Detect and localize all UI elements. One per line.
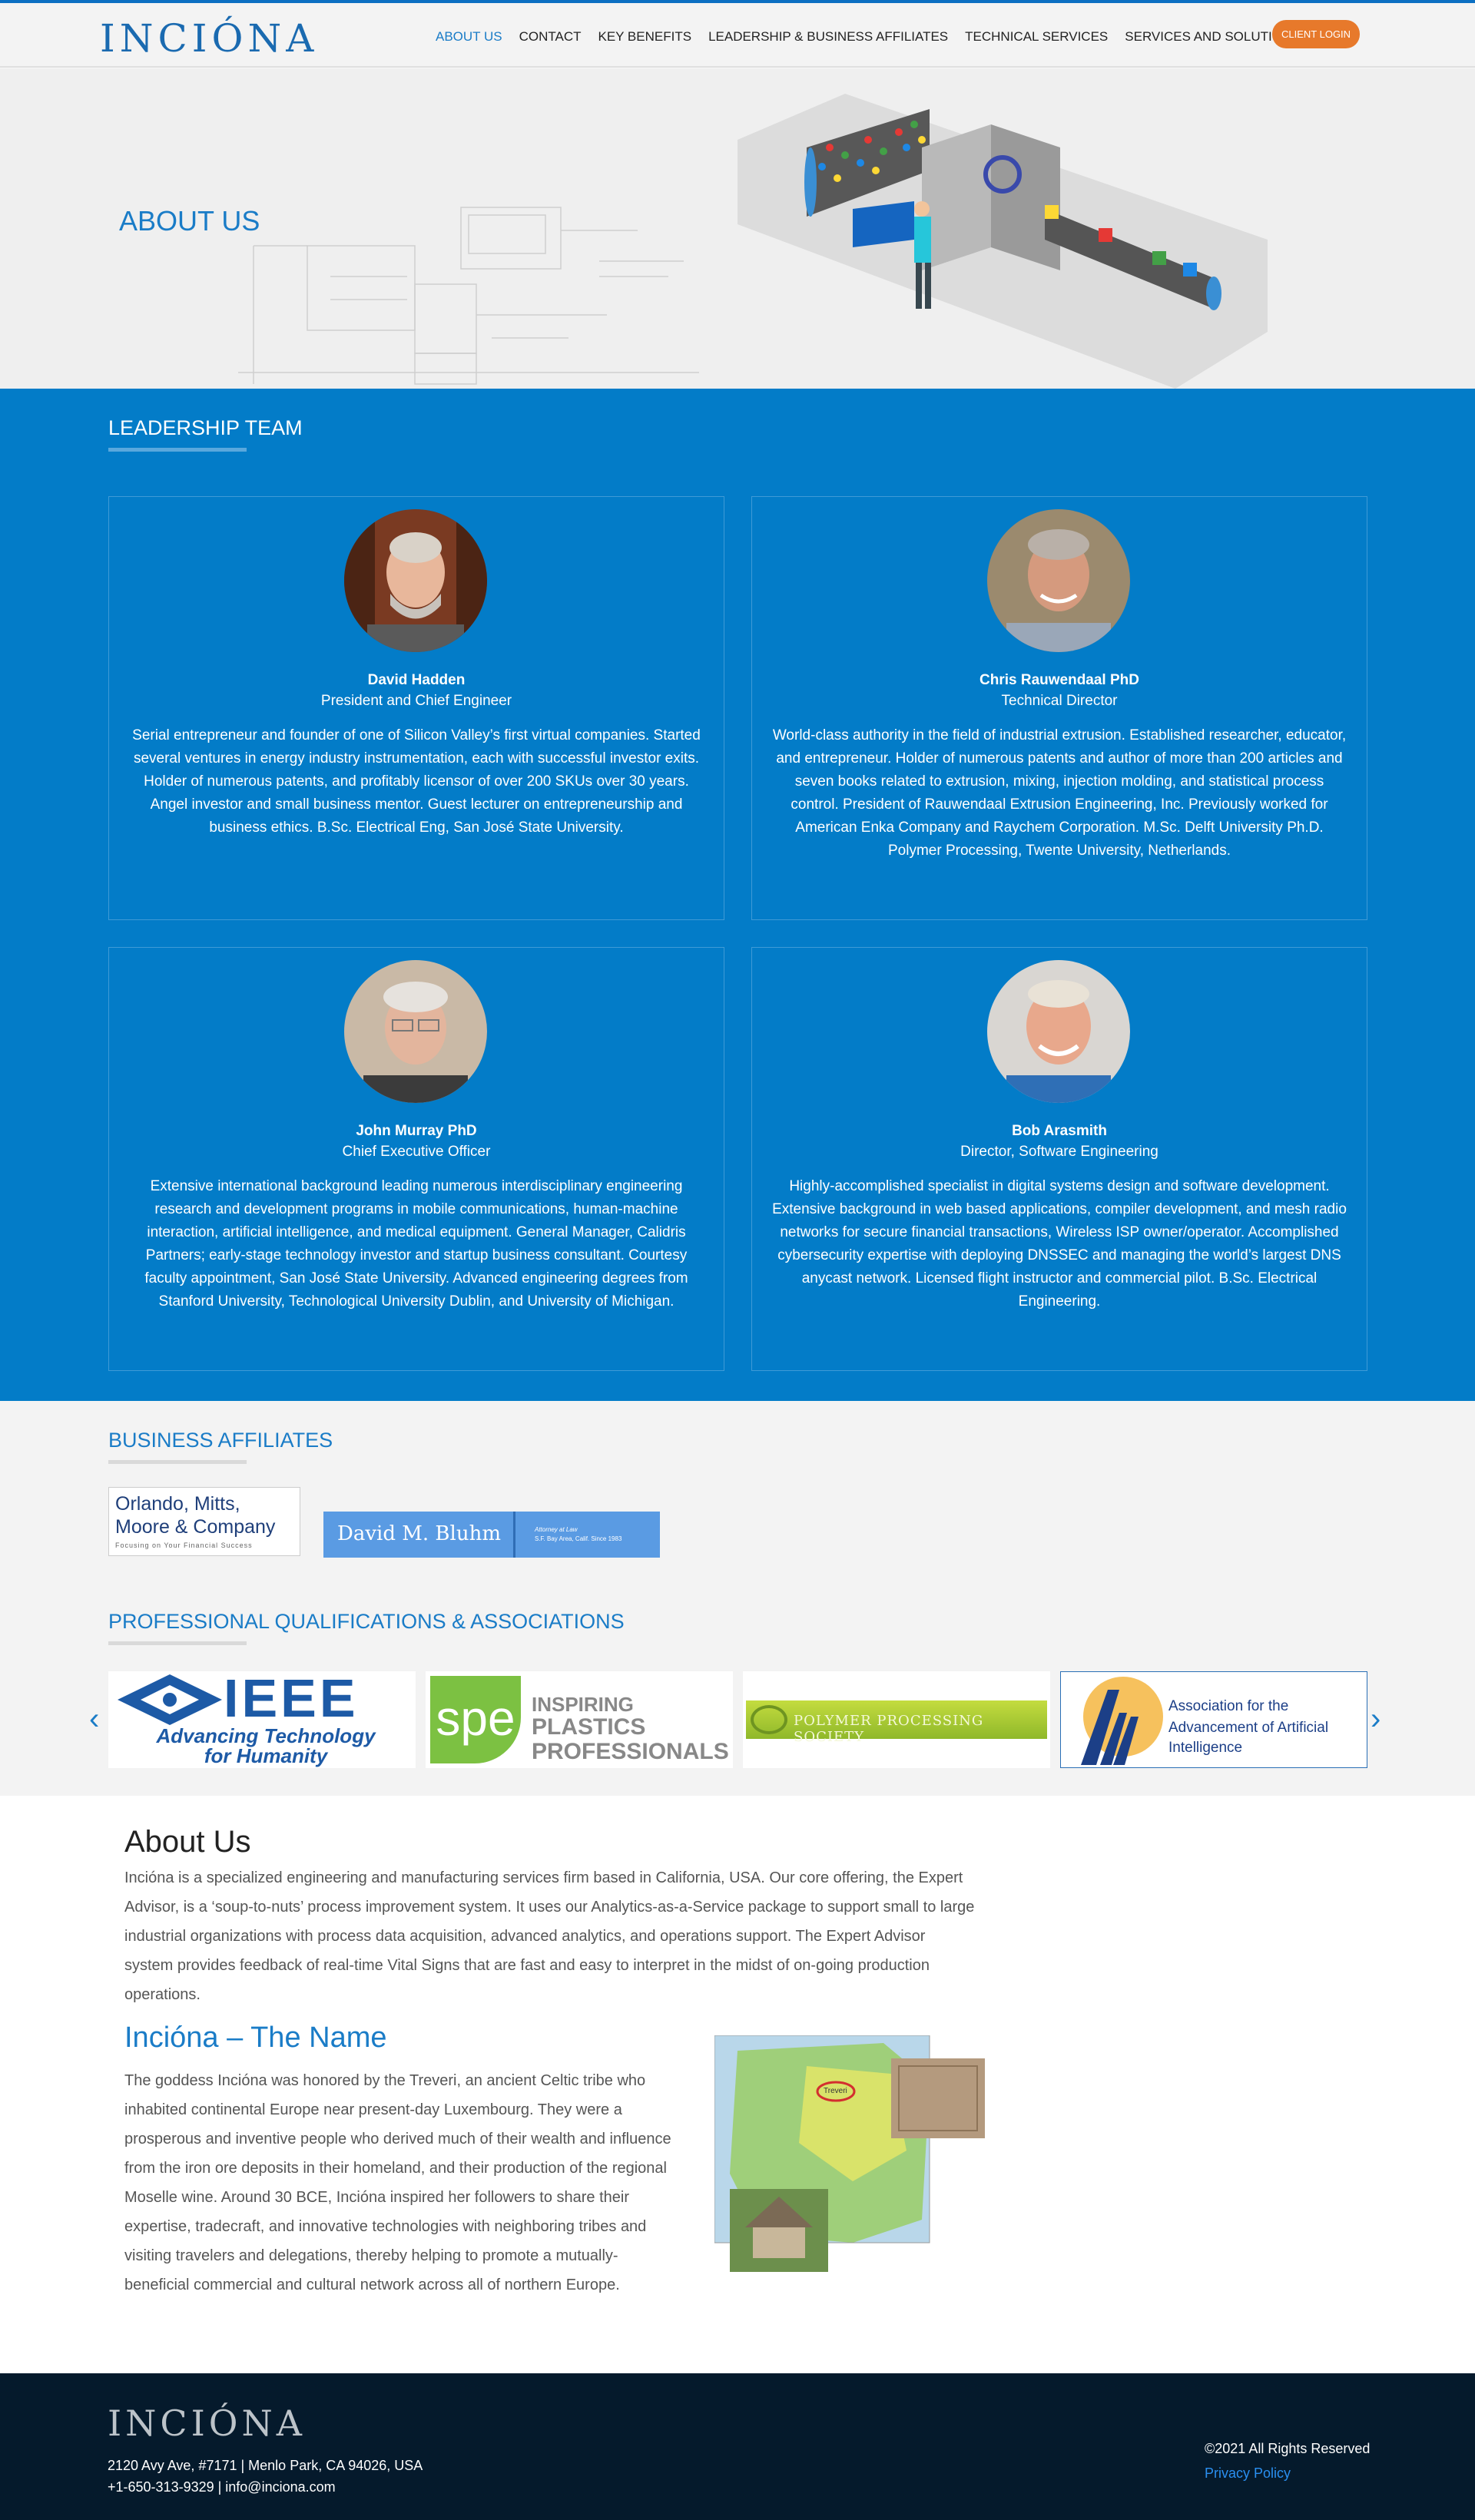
spe-logo[interactable]: spe INSPIRING PLASTICS PROFESSIONALS	[426, 1671, 733, 1768]
pps-logo-text: POLYMER PROCESSING SOCIETY	[794, 1713, 984, 1745]
bluhm-logo-line2: S.F. Bay Area, Calif. Since 1983	[535, 1535, 622, 1542]
spe-logo-line2: PLASTICS	[532, 1714, 646, 1740]
pps-logo[interactable]: POLYMER PROCESSING SOCIETY	[743, 1671, 1050, 1768]
ieee-logo[interactable]: IEEE Advancing Technology for Humanity	[108, 1671, 416, 1768]
site-logo[interactable]: INCIÓNA	[100, 17, 318, 60]
leadership-section: LEADERSHIP TEAM David Hadden President a…	[0, 389, 1475, 1401]
about-heading: About Us	[124, 1825, 251, 1859]
person-name: John Murray PhD	[356, 1123, 477, 1139]
ieee-logo-tag2: for Humanity	[204, 1744, 328, 1767]
nav-technical-services[interactable]: Technical Services	[956, 23, 1116, 51]
person-title: President and Chief Engineer	[320, 693, 512, 709]
person-bio: Extensive international background leadi…	[144, 1178, 688, 1310]
spe-logo-line1: INSPIRING	[532, 1693, 634, 1716]
person-name: David Hadden	[367, 672, 466, 688]
person-card: David Hadden President and Chief Enginee…	[108, 496, 724, 920]
person-bio: World-class authority in the field of in…	[772, 727, 1347, 859]
bluhm-logo[interactable]: David M. Bluhm Attorney at Law S.F. Bay …	[323, 1512, 660, 1558]
bluhm-logo-line1: Attorney at Law	[535, 1526, 578, 1533]
omm-logo-tagline: Focusing on Your Financial Success	[115, 1541, 253, 1549]
aaai-logo[interactable]: Association for the Advancement of Artif…	[1060, 1671, 1367, 1768]
person-name: Bob Arasmith	[1012, 1123, 1107, 1139]
nav-key-benefits[interactable]: Key Benefits	[590, 23, 701, 51]
person-photo	[987, 960, 1130, 1103]
pps-logo-mark-icon	[751, 1705, 787, 1734]
bluhm-logo-name: David M. Bluhm	[337, 1522, 501, 1545]
client-login-button[interactable]: CLIENT LOGIN	[1272, 20, 1361, 48]
aaai-logo-line1: Association for the	[1168, 1698, 1289, 1714]
page-title: ABOUT US	[119, 205, 260, 237]
footer-logo[interactable]: INCIÓNA	[108, 2402, 306, 2444]
person-photo	[987, 509, 1130, 652]
carousel-next-arrow-icon[interactable]: ›	[1371, 1704, 1381, 1734]
map-treveri-label: Treveri	[824, 2087, 847, 2095]
omm-logo-line2: Moore & Company	[115, 1516, 276, 1538]
omm-logo-line1: Orlando, Mitts,	[115, 1493, 240, 1515]
nav-contact[interactable]: Contact	[511, 23, 590, 51]
omm-logo[interactable]: Orlando, Mitts, Moore & Company Focusing…	[108, 1487, 300, 1556]
person-name: Chris Rauwendaal PhD	[979, 672, 1139, 688]
leadership-title: LEADERSHIP TEAM	[108, 416, 303, 439]
treveri-map-collage: Treveri	[714, 2035, 985, 2350]
nav-about-us[interactable]: About Us	[427, 23, 511, 51]
about-section: About Us Incióna is a specialized engine…	[0, 1796, 1475, 2373]
privacy-policy-link[interactable]: Privacy Policy	[1205, 2465, 1291, 2482]
europe-map-image	[714, 2035, 985, 2272]
site-footer: INCIÓNA 2120 Avy Ave, #7171 | Menlo Park…	[0, 2373, 1475, 2520]
qualifications-title-underline	[108, 1641, 247, 1645]
person-bio: Highly-accomplished specialist in digita…	[772, 1178, 1347, 1310]
person-title: Chief Executive Officer	[342, 1144, 491, 1160]
person-photo	[344, 960, 487, 1103]
site-header: INCIÓNA About Us Contact Key Benefits Le…	[0, 3, 1475, 68]
name-body: The goddess Incióna was honored by the T…	[124, 2072, 671, 2293]
ieee-logo-tag1: Advancing Technology	[156, 1724, 376, 1747]
ieee-logo-word: IEEE	[224, 1671, 359, 1728]
qualifications-title: PROFESSIONAL QUALIFICATIONS & ASSOCIATIO…	[108, 1610, 625, 1633]
footer-copyright: ©2021 All Rights Reserved	[1205, 2441, 1371, 2456]
affiliates-section: BUSINESS AFFILIATES Orlando, Mitts, Moor…	[0, 1401, 1475, 1796]
affiliates-title: BUSINESS AFFILIATES	[108, 1429, 333, 1452]
person-card: Chris Rauwendaal PhD Technical Director …	[751, 496, 1367, 920]
footer-address: 2120 Avy Ave, #7171 | Menlo Park, CA 940…	[108, 2458, 423, 2473]
spe-logo-line3: PROFESSIONALS	[532, 1739, 729, 1764]
nav-leadership[interactable]: Leadership & Business Affiliates	[700, 23, 956, 51]
bluhm-logo-divider	[513, 1512, 515, 1558]
ieee-diamond-icon	[118, 1674, 222, 1725]
person-photo	[344, 509, 487, 652]
about-body: Incióna is a specialized engineering and…	[124, 1869, 975, 2003]
person-title: Director, Software Engineering	[960, 1144, 1158, 1160]
main-nav: About Us Contact Key Benefits Leadership…	[427, 23, 1309, 51]
name-heading: Incióna – The Name	[124, 2022, 387, 2054]
person-title: Technical Director	[1001, 693, 1118, 709]
hero-banner: ABOUT US	[0, 69, 1475, 389]
leadership-title-underline	[108, 448, 247, 452]
spe-logo-mark: spe	[430, 1676, 521, 1763]
footer-address-block: 2120 Avy Ave, #7171 | Menlo Park, CA 940…	[108, 2455, 423, 2498]
carousel-prev-arrow-icon[interactable]: ‹	[89, 1704, 99, 1734]
person-card: Bob Arasmith Director, Software Engineer…	[751, 947, 1367, 1371]
person-card: John Murray PhD Chief Executive Officer …	[108, 947, 724, 1371]
blueprint-sketch	[238, 207, 699, 385]
footer-contact[interactable]: +1-650-313-9329 | info@inciona.com	[108, 2476, 423, 2498]
affiliates-title-underline	[108, 1460, 247, 1464]
aaai-mark-icon	[1081, 1677, 1163, 1765]
conveyor-illustration	[738, 94, 1268, 389]
person-bio: Serial entrepreneur and founder of one o…	[132, 727, 701, 836]
aaai-logo-line2: Advancement of Artificial Intelligence	[1168, 1720, 1329, 1756]
